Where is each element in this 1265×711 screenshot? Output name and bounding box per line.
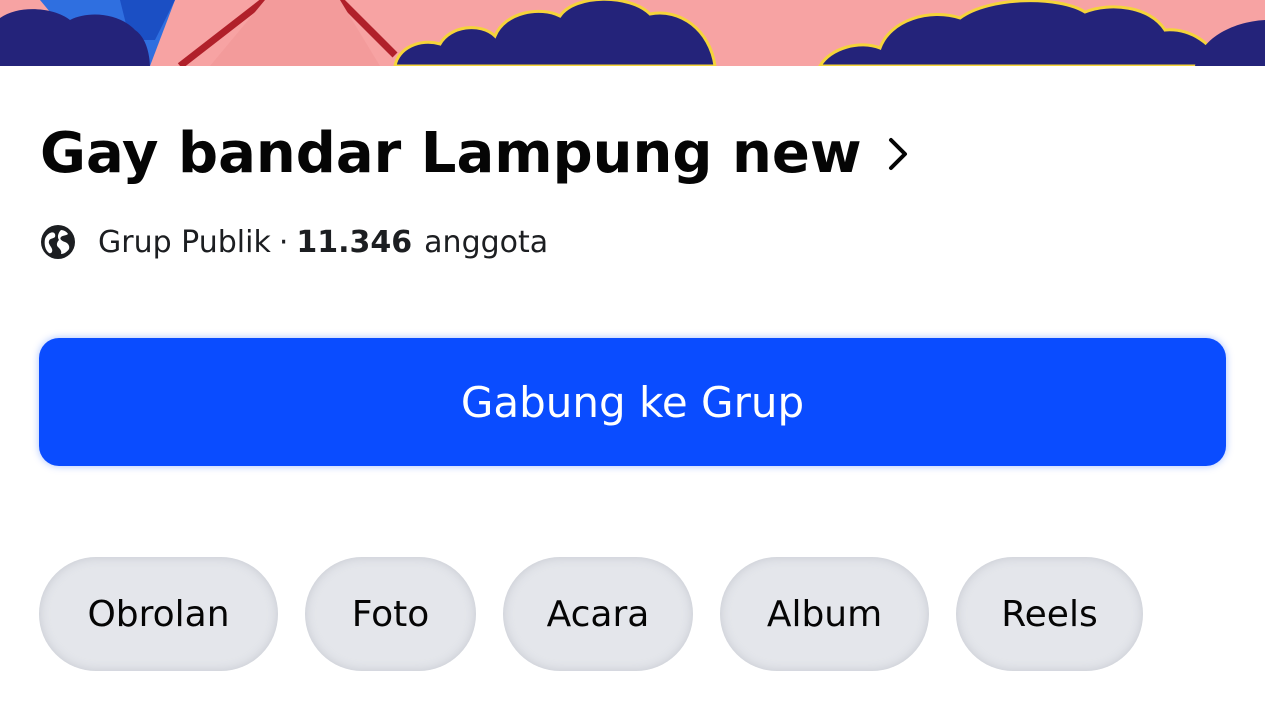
tab-reels[interactable]: Reels [956, 557, 1143, 671]
group-name: Gay bandar Lampung new [40, 121, 862, 186]
group-page: Gay bandar Lampung new Grup Publik · 11.… [0, 0, 1265, 711]
group-meta: Grup Publik · 11.346 anggota [40, 222, 548, 262]
member-count-unit: anggota [424, 224, 549, 260]
globe-icon [40, 224, 76, 260]
tab-foto[interactable]: Foto [305, 557, 476, 671]
meta-separator: · [278, 224, 289, 260]
cover-illustration [0, 0, 1265, 66]
member-count: 11.346 [296, 224, 413, 260]
join-group-button[interactable]: Gabung ke Grup [39, 338, 1226, 466]
tab-obrolan[interactable]: Obrolan [39, 557, 278, 671]
group-privacy-label: Grup Publik [98, 224, 271, 260]
tab-acara[interactable]: Acara [503, 557, 693, 671]
group-title-row[interactable]: Gay bandar Lampung new [40, 118, 916, 190]
group-cover-photo[interactable] [0, 0, 1265, 66]
group-tabs: Obrolan Foto Acara Album Reels [39, 557, 1143, 671]
chevron-right-icon [888, 134, 916, 174]
tab-album[interactable]: Album [720, 557, 929, 671]
